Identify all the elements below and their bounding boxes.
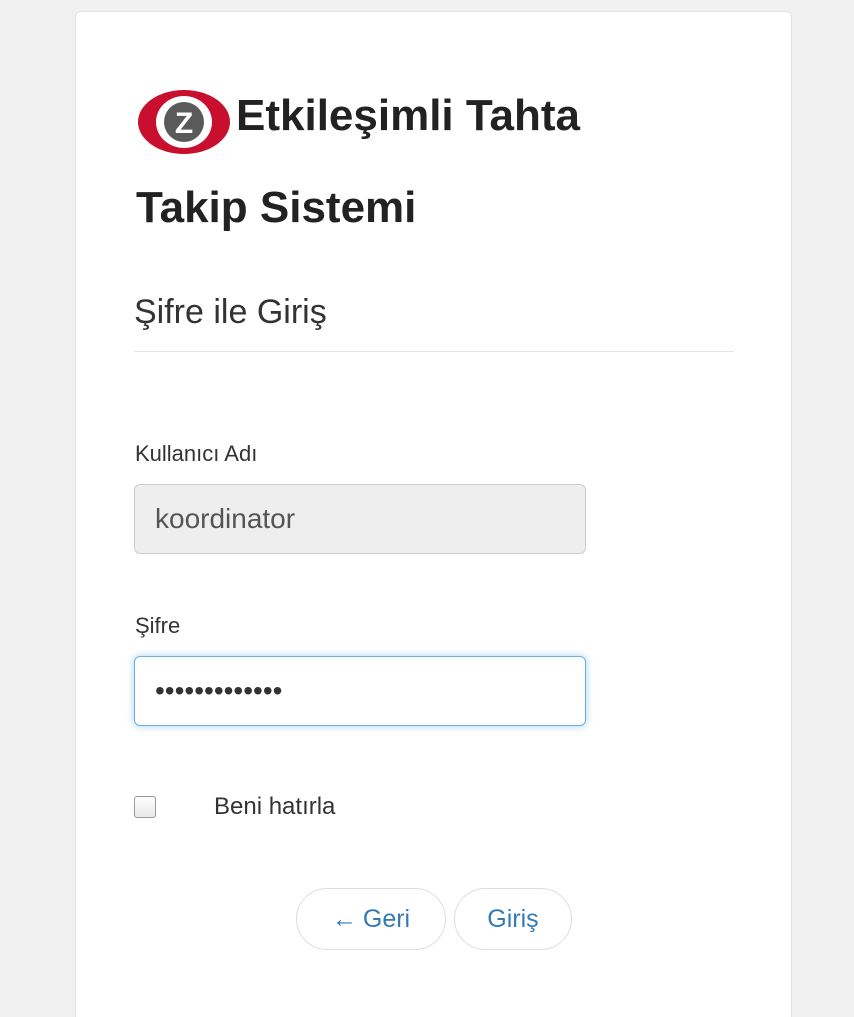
- username-field[interactable]: [134, 484, 586, 554]
- login-button-label: Giriş: [487, 904, 539, 933]
- remember-me-checkbox[interactable]: [134, 796, 156, 818]
- form-heading: Şifre ile Giriş: [134, 293, 327, 331]
- app-title-line1: Etkileşimli Tahta: [236, 91, 580, 140]
- z-logo-icon: Z: [138, 90, 230, 154]
- logo-letter: Z: [175, 107, 193, 140]
- username-label: Kullanıcı Adı: [135, 441, 258, 466]
- arrow-left-icon: ←: [331, 904, 357, 933]
- password-label: Şifre: [135, 613, 181, 638]
- app-title-line2: Takip Sistemi: [136, 183, 417, 232]
- login-card: Z Etkileşimli Tahta Takip Sistemi Şifre …: [75, 11, 792, 1017]
- heading-divider: [134, 351, 734, 352]
- remember-me-label[interactable]: Beni hatırla: [214, 795, 335, 819]
- login-button[interactable]: Giriş: [454, 888, 572, 950]
- back-button-label: Geri: [362, 904, 411, 933]
- login-page: Z Etkileşimli Tahta Takip Sistemi Şifre …: [0, 0, 854, 1017]
- back-button[interactable]: ← Geri: [296, 888, 446, 950]
- password-field[interactable]: [134, 656, 586, 726]
